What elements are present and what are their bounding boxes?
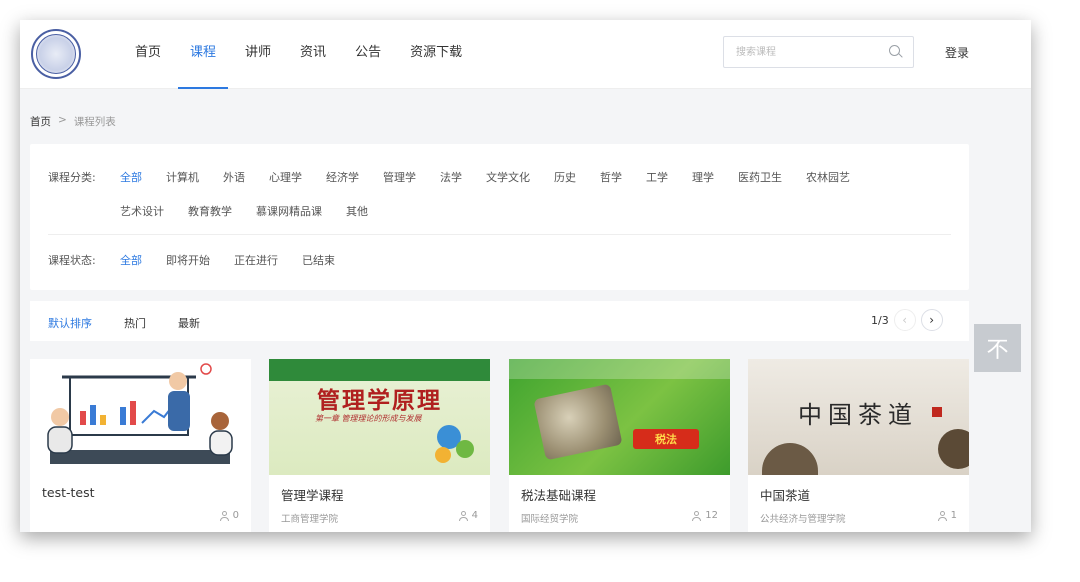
breadcrumb-separator: >: [58, 114, 67, 126]
nav-news[interactable]: 资讯: [288, 20, 338, 89]
next-page-button[interactable]: ›: [920, 309, 943, 331]
enrollment-count-value: 4: [471, 510, 478, 521]
category-engineering[interactable]: 工学: [646, 169, 668, 185]
meeting-illustration-icon: [47, 363, 233, 464]
nav-courses[interactable]: 课程: [178, 20, 229, 89]
top-header: 首页 课程 讲师 资讯 公告 资源下载 登录: [20, 20, 1031, 89]
category-literature[interactable]: 文学文化: [486, 169, 530, 185]
gears-icon: [435, 425, 474, 463]
nav-downloads[interactable]: 资源下载: [398, 20, 474, 89]
course-card[interactable]: test-test 0: [30, 359, 251, 532]
tea-tray-icon: [938, 429, 969, 469]
status-filter-label: 课程状态:: [48, 254, 96, 267]
course-cover: 税法: [509, 359, 730, 475]
status-upcoming[interactable]: 即将开始: [166, 252, 210, 268]
course-title[interactable]: 中国茶道: [760, 485, 810, 504]
category-all[interactable]: 全部: [120, 169, 142, 185]
page-indicator: 1/3: [871, 313, 889, 327]
chevron-right-icon: ›: [929, 313, 935, 327]
category-art-design[interactable]: 艺术设计: [120, 203, 164, 219]
chevron-left-icon: ‹: [902, 313, 908, 327]
category-education[interactable]: 教育教学: [188, 203, 232, 219]
course-card[interactable]: 税法 税法基础课程 国际经贸学院 12: [509, 359, 730, 532]
category-foreign-language[interactable]: 外语: [223, 169, 245, 185]
cover-band: [509, 359, 730, 379]
category-mooc[interactable]: 慕课网精品课: [256, 203, 322, 219]
back-to-top-button[interactable]: 不: [974, 324, 1021, 372]
cover-title: 中国茶道: [798, 401, 918, 429]
category-philosophy[interactable]: 哲学: [600, 169, 622, 185]
category-agriculture[interactable]: 农林园艺: [806, 169, 850, 185]
category-medicine[interactable]: 医药卫生: [738, 169, 782, 185]
category-filter-label: 课程分类:: [48, 171, 96, 184]
category-law[interactable]: 法学: [440, 169, 462, 185]
search-input[interactable]: [724, 37, 874, 67]
course-filters: 课程分类: 全部 计算机 外语 心理学 经济学 管理学 法学 文学文化 历史 哲…: [30, 144, 969, 290]
status-ongoing[interactable]: 正在进行: [234, 252, 278, 268]
category-other[interactable]: 其他: [346, 203, 368, 219]
enrollment-count: 0: [219, 510, 239, 521]
enrollment-count: 12: [692, 510, 718, 521]
course-org: 工商管理学院: [281, 514, 339, 525]
nav-notices[interactable]: 公告: [343, 20, 393, 89]
back-to-top-icon: 不: [986, 338, 1009, 363]
sort-popular[interactable]: 热门: [124, 315, 146, 331]
enrollment-count-value: 0: [232, 510, 239, 521]
breadcrumb-home[interactable]: 首页: [30, 114, 51, 129]
breadcrumb-current: 课程列表: [73, 116, 116, 128]
breadcrumb: 首页 > 课程列表: [30, 114, 116, 129]
course-card[interactable]: 中国茶道 中国茶道 公共经济与管理学院 1: [748, 359, 969, 532]
category-history[interactable]: 历史: [554, 169, 576, 185]
enrollment-count-value: 1: [950, 510, 957, 521]
course-title[interactable]: 管理学课程: [281, 485, 344, 504]
status-all[interactable]: 全部: [120, 252, 142, 268]
sort-latest[interactable]: 最新: [178, 315, 200, 331]
sort-default[interactable]: 默认排序: [48, 315, 92, 331]
person-icon: [458, 510, 468, 521]
course-cover: 中国茶道: [748, 359, 969, 475]
nav-teachers[interactable]: 讲师: [233, 20, 283, 89]
person-icon: [937, 510, 947, 521]
course-title[interactable]: test-test: [42, 485, 95, 500]
course-search: [723, 36, 914, 68]
category-science[interactable]: 理学: [692, 169, 714, 185]
course-org: 国际经贸学院: [521, 514, 579, 525]
filter-divider: [48, 234, 951, 235]
category-management[interactable]: 管理学: [383, 169, 416, 185]
enrollment-count: 1: [937, 510, 957, 521]
login-button[interactable]: 登录: [945, 44, 969, 61]
enrollment-count: 4: [458, 510, 478, 521]
main-nav: 首页 课程 讲师 资讯 公告 资源下载: [123, 20, 479, 89]
teacup-icon: [762, 443, 818, 475]
university-logo[interactable]: [31, 29, 81, 79]
course-title[interactable]: 税法基础课程: [521, 485, 596, 504]
seal-icon: [932, 407, 942, 417]
course-cover: 管理学原理 第一章 管理理论的形成与发展: [269, 359, 490, 475]
enrollment-count-value: 12: [705, 510, 718, 521]
cover-tag: 税法: [633, 429, 699, 449]
sort-bar: 默认排序 热门 最新 1/3 ‹ ›: [30, 301, 969, 341]
course-org: 公共经济与管理学院: [760, 514, 846, 525]
prev-page-button[interactable]: ‹: [893, 309, 916, 331]
status-finished[interactable]: 已结束: [302, 252, 335, 268]
person-icon: [219, 510, 229, 521]
university-seal-icon: [36, 34, 76, 74]
course-cover: [30, 359, 251, 475]
category-economics[interactable]: 经济学: [326, 169, 359, 185]
pager: 1/3 ‹ ›: [871, 309, 943, 331]
category-computer[interactable]: 计算机: [166, 169, 199, 185]
app-frame: 首页 课程 讲师 资讯 公告 资源下载 登录 首页 > 课程列表 课程分类: 全…: [20, 20, 1031, 532]
nav-home[interactable]: 首页: [123, 20, 173, 89]
coins-icon: [533, 383, 623, 461]
category-psychology[interactable]: 心理学: [269, 169, 302, 185]
person-icon: [692, 510, 702, 521]
search-icon[interactable]: [889, 45, 903, 59]
course-card[interactable]: 管理学原理 第一章 管理理论的形成与发展 管理学课程 工商管理学院 4: [269, 359, 490, 532]
